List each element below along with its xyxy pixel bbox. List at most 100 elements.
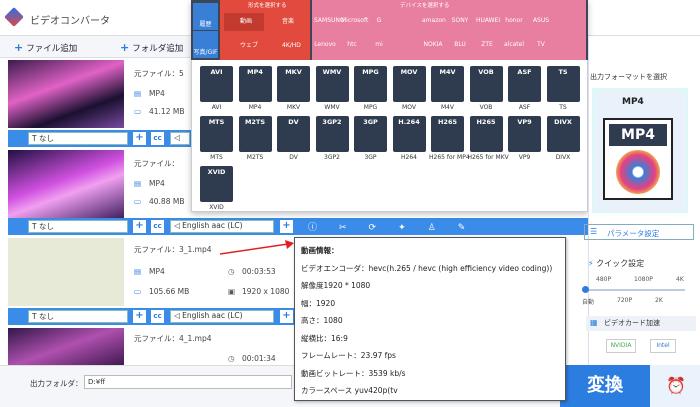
tab-history[interactable]: 履歴 (193, 3, 218, 30)
format-icon: 3GP (354, 116, 387, 152)
device-option[interactable]: G (368, 10, 390, 32)
format-icon: MOV (392, 66, 426, 102)
device-option[interactable]: Microsoft (341, 10, 368, 32)
format-icon: XVID (200, 166, 233, 202)
tab-video-label: 動画 (240, 18, 253, 25)
add-folder-button[interactable]: + フォルダ追加 (120, 41, 183, 54)
video-thumbnail[interactable] (8, 328, 124, 365)
format-option-divx[interactable]: DIVX DIVX (545, 116, 582, 166)
device-option[interactable]: htc (341, 34, 363, 56)
tab-4k[interactable]: 4K/HD (266, 37, 306, 55)
video-thumbnail[interactable] (8, 150, 124, 218)
format-option-vob[interactable]: VOB VOB (468, 66, 505, 116)
parameter-settings-button[interactable]: パラメータ設定 (584, 224, 694, 240)
format-icon: ASF (508, 66, 541, 102)
format-option-h265-for-mkv[interactable]: H265 H265 for MKV (468, 116, 509, 166)
device-option[interactable]: alcatel (503, 34, 525, 56)
text-icon: T (32, 222, 39, 231)
add-subtitle-button[interactable]: + (133, 132, 146, 145)
device-option[interactable]: SONY (449, 10, 471, 32)
clock-icon: ◷ (228, 354, 235, 363)
subtitle-select[interactable]: T なし (28, 132, 128, 145)
subtitle-value: なし (38, 312, 54, 321)
add-subtitle-button[interactable]: + (133, 310, 146, 323)
device-grid: SAMSUNG Microsoft Gamazon SONY HUAWEI honor AS… (314, 10, 586, 58)
tab-photo[interactable]: 写真/GIF (193, 31, 218, 58)
format-option-avi[interactable]: AVI AVI (198, 66, 235, 116)
speaker-icon: ◁ (174, 133, 180, 142)
format-option-wmv[interactable]: WMV WMV (314, 66, 351, 116)
device-option[interactable]: NOKIA (422, 34, 444, 56)
device-option[interactable] (395, 34, 417, 56)
format-option-h264[interactable]: H.264 H264 (391, 116, 428, 166)
format-icon: H265 (431, 116, 464, 152)
format-option-dv[interactable]: DV DV (275, 116, 312, 166)
convert-button[interactable]: 変換 (560, 365, 650, 407)
device-option[interactable] (557, 10, 579, 32)
tab-audio[interactable]: 音楽 (266, 13, 306, 31)
format-option-m2ts[interactable]: M2TS M2TS (237, 116, 274, 166)
device-option[interactable]: Lenovo (314, 34, 336, 56)
device-option[interactable]: SAMSUNG (314, 10, 345, 32)
format-value: MP4 (149, 179, 165, 188)
add-audio-button[interactable]: + (280, 220, 293, 233)
format-label: MKV (286, 104, 301, 111)
tab-web[interactable]: ウェブ (224, 37, 264, 55)
format-label: AVI (211, 104, 222, 111)
format-icon: H265 (469, 116, 503, 152)
audio-select[interactable]: ◁ English aac (LC) (170, 220, 274, 233)
device-option[interactable]: TV (530, 34, 552, 56)
device-option[interactable]: amazon (422, 10, 446, 32)
format-option-mov[interactable]: MOV MOV (391, 66, 428, 116)
format-option-h265-for-mp4[interactable]: H265 H265 for MP4 (429, 116, 470, 166)
output-folder-input[interactable]: D:¥ff (84, 375, 292, 389)
cc-icon[interactable]: cc (151, 310, 164, 323)
file-control-row: T なし + cc ◁ English aac (LC) + ⓘ✂⟳✦♙✎ (8, 218, 588, 235)
device-option[interactable]: ASUS (530, 10, 552, 32)
format-icon: VOB (469, 66, 503, 102)
gpu-accel-toggle[interactable]: ビデオカード加速 (586, 316, 696, 331)
format-label: MOV (402, 104, 416, 111)
device-option[interactable] (395, 10, 417, 32)
alarm-button[interactable]: ⏰ (650, 365, 700, 407)
audio-value: English aac (LC) (182, 311, 243, 320)
duration-value: 00:01:34 (242, 354, 276, 363)
format-option-3gp2[interactable]: 3GP2 3GP2 (314, 116, 351, 166)
device-option[interactable]: ZTE (476, 34, 498, 56)
format-option-mkv[interactable]: MKV MKV (275, 66, 312, 116)
format-option-m4v[interactable]: M4V M4V (429, 66, 466, 116)
cc-icon[interactable]: cc (151, 132, 164, 145)
video-info-tooltip: 動画情報： ビデオエンコーダ：hevc(h.265 / hevc (high e… (294, 237, 566, 401)
add-audio-button[interactable]: + (280, 310, 293, 323)
format-option-mpg[interactable]: MPG MPG (352, 66, 389, 116)
device-option[interactable]: mi (368, 34, 390, 56)
subtitle-select[interactable]: T なし (28, 310, 128, 323)
video-thumbnail[interactable] (8, 60, 124, 128)
device-option[interactable]: honor (503, 10, 525, 32)
slider-handle[interactable] (582, 286, 589, 293)
add-subtitle-button[interactable]: + (133, 220, 146, 233)
format-icon: VP9 (508, 116, 541, 152)
cc-icon[interactable]: cc (151, 220, 164, 233)
format-icon: TS (546, 66, 580, 102)
format-option-3gp[interactable]: 3GP 3GP (352, 116, 389, 166)
format-option-mp4[interactable]: MP4 MP4 (237, 66, 274, 116)
tab-video[interactable]: 動画 (224, 13, 264, 31)
device-option[interactable]: BLU (449, 34, 471, 56)
add-file-button[interactable]: + ファイル追加 (14, 41, 77, 54)
audio-select[interactable]: ◁ (170, 132, 190, 145)
format-option-mts[interactable]: MTS MTS (198, 116, 235, 166)
video-thumbnail[interactable] (8, 238, 124, 306)
device-option[interactable]: HUAWEI (476, 10, 500, 32)
subtitle-select[interactable]: T なし (28, 220, 128, 233)
format-option-xvid[interactable]: XVID XVID (198, 166, 235, 216)
format-label: M2TS (246, 154, 264, 161)
format-option-ts[interactable]: TS TS (545, 66, 582, 116)
quality-slider[interactable] (585, 289, 685, 291)
format-option-asf[interactable]: ASF ASF (506, 66, 543, 116)
source-file-label: 元ファイル：5 (134, 69, 184, 78)
format-icon: 3GP2 (315, 116, 349, 152)
format-option-vp9[interactable]: VP9 VP9 (506, 116, 543, 166)
audio-select[interactable]: ◁ English aac (LC) (170, 310, 274, 323)
edit-tools[interactable]: ⓘ✂⟳✦♙✎ (308, 220, 487, 233)
